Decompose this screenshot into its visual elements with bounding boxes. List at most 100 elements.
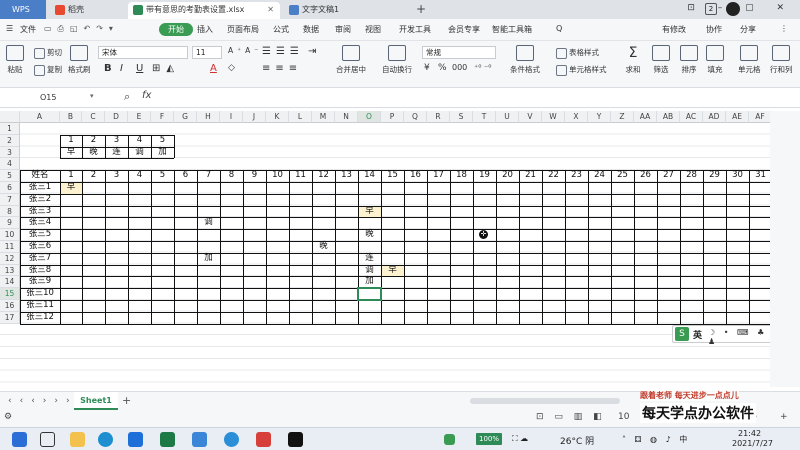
file-explorer-icon[interactable] <box>70 432 85 447</box>
day-header-cell[interactable]: 18 <box>450 170 473 182</box>
column-header[interactable]: AB <box>657 111 680 123</box>
zoom-icon[interactable]: ⌕ <box>124 90 130 104</box>
align-horizontal-icons[interactable]: ≡≡≡ <box>262 63 302 74</box>
row-header[interactable]: 16 <box>0 300 20 312</box>
font-size-select[interactable]: 11 <box>192 46 222 59</box>
day-header-cell[interactable]: 20 <box>496 170 519 182</box>
employee-name-cell[interactable]: 张三1 <box>20 182 60 194</box>
selected-cell[interactable] <box>357 287 382 301</box>
column-header[interactable]: W <box>542 111 565 123</box>
italic-button[interactable]: I <box>120 63 123 74</box>
sum-button[interactable]: Σ 求和 <box>624 45 642 75</box>
table-style-button[interactable]: 表格样式 <box>556 47 599 59</box>
tab-home[interactable]: 开始 <box>159 23 193 36</box>
column-header[interactable]: B <box>60 111 82 123</box>
column-header[interactable]: J <box>243 111 266 123</box>
attendance-mark-cell[interactable]: 调 <box>358 265 381 277</box>
tab-review[interactable]: 审阅 <box>335 24 351 35</box>
legend-label-cell[interactable]: 晚 <box>82 147 105 159</box>
day-header-cell[interactable]: 27 <box>657 170 680 182</box>
day-header-cell[interactable]: 12 <box>312 170 335 182</box>
day-header-cell[interactable]: 31 <box>749 170 770 182</box>
column-header[interactable]: K <box>266 111 289 123</box>
conditional-format-button[interactable]: 条件格式 <box>510 45 540 75</box>
chevron-down-icon[interactable]: ▾ <box>90 92 94 100</box>
column-header[interactable]: H <box>197 111 220 123</box>
hamburger-icon[interactable]: ☰ <box>6 24 13 33</box>
tab-smart-toolbox[interactable]: 智能工具箱 <box>492 24 532 35</box>
column-header[interactable]: P <box>381 111 404 123</box>
copy-button[interactable]: 复制 <box>34 64 62 76</box>
border-fill-icons[interactable]: ⊞◭ <box>152 63 180 74</box>
wps-icon[interactable] <box>256 432 271 447</box>
edge-browser-icon[interactable] <box>98 432 113 447</box>
day-header-cell[interactable]: 13 <box>335 170 358 182</box>
sogou-tray-icon[interactable] <box>444 434 455 445</box>
ie-browser-icon[interactable] <box>224 432 239 447</box>
capcut-icon[interactable] <box>288 432 303 447</box>
day-header-cell[interactable]: 30 <box>726 170 749 182</box>
has-changes-indicator[interactable]: 有修改 <box>662 24 686 35</box>
underline-button[interactable]: U <box>136 63 143 74</box>
row-header[interactable]: 11 <box>0 241 20 253</box>
sheet-tab-sheet1[interactable]: Sheet1 <box>74 392 118 410</box>
column-header[interactable]: S <box>450 111 473 123</box>
tab-member[interactable]: 会员专享 <box>448 24 480 35</box>
system-tray-icons[interactable]: ˄ ⚃ ◍ ♪ 中 <box>622 434 690 445</box>
employee-name-cell[interactable]: 张三7 <box>20 253 60 265</box>
day-header-cell[interactable]: 2 <box>82 170 105 182</box>
day-header-cell[interactable]: 5 <box>151 170 174 182</box>
currency-icon[interactable]: ¥ <box>424 63 430 73</box>
legend-label-cell[interactable]: 早 <box>60 147 82 159</box>
excel-icon[interactable] <box>160 432 175 447</box>
weather[interactable]: 26°C 阴 <box>560 434 594 447</box>
tab-page-layout[interactable]: 页面布局 <box>227 24 259 35</box>
day-header-cell[interactable]: 22 <box>542 170 565 182</box>
tray-icons[interactable]: ⛶ ☁ <box>512 434 528 444</box>
row-header[interactable]: 10 <box>0 229 20 241</box>
row-header[interactable]: 6 <box>0 182 20 194</box>
tab-workbook[interactable]: 带有意思的考勤表设置.xlsx ✕ <box>128 2 280 19</box>
number-format-select[interactable]: 常规 <box>422 46 496 59</box>
column-header[interactable]: O <box>358 111 381 123</box>
row-header[interactable]: 14 <box>0 276 20 289</box>
cell-style-button[interactable]: 单元格样式 <box>556 64 607 76</box>
zoom-in-button[interactable]: + <box>780 412 788 422</box>
attendance-mark-cell[interactable]: 早 <box>381 264 404 277</box>
employee-name-cell[interactable]: 张三10 <box>20 288 60 300</box>
day-header-cell[interactable]: 21 <box>519 170 542 182</box>
column-header[interactable]: I <box>220 111 243 123</box>
wps-home-button[interactable]: WPS <box>0 0 46 19</box>
attendance-mark-cell[interactable]: 早 <box>358 205 381 218</box>
vertical-scrollbar[interactable] <box>770 111 800 387</box>
column-header[interactable]: M <box>312 111 335 123</box>
column-header[interactable]: AA <box>634 111 657 123</box>
legend-label-cell[interactable]: 调 <box>128 147 151 159</box>
collaborate-button[interactable]: 协作 <box>706 24 722 35</box>
horizontal-scrollbar[interactable] <box>470 398 620 404</box>
row-header[interactable]: 3 <box>0 146 20 159</box>
column-header[interactable]: X <box>565 111 588 123</box>
employee-name-cell[interactable]: 张三11 <box>20 300 60 312</box>
row-header[interactable]: 5 <box>0 170 20 182</box>
name-box[interactable]: O15 <box>4 91 100 105</box>
percent-button[interactable]: % <box>438 63 447 73</box>
bold-button[interactable]: B <box>104 63 112 74</box>
paste-button[interactable]: 粘贴 <box>6 45 24 75</box>
tab-docer[interactable]: 稻壳 <box>50 2 126 19</box>
font-color-button[interactable]: A <box>210 63 217 74</box>
column-header[interactable]: V <box>519 111 542 123</box>
legend-number-cell[interactable]: 5 <box>151 135 174 147</box>
column-header[interactable]: G <box>174 111 197 123</box>
row-header[interactable]: 7 <box>0 193 20 206</box>
spreadsheet-grid[interactable]: A B C D E F G H I J K L M N O P Q R S T U V W X Y Z AA AB AC AD AE AF 1… <box>0 111 770 387</box>
day-header-cell[interactable]: 15 <box>381 170 404 182</box>
employee-name-cell[interactable]: 张三5 <box>20 229 60 241</box>
row-header[interactable]: 17 <box>0 311 20 324</box>
employee-name-cell[interactable]: 张三2 <box>20 194 60 206</box>
merge-center-button[interactable]: 合并居中 <box>336 45 366 75</box>
legend-number-cell[interactable]: 1 <box>60 135 82 147</box>
column-header[interactable]: C <box>82 111 105 123</box>
input-method-bar[interactable]: S 英 ☽ • ⌨ ♣ ♟ <box>672 325 776 346</box>
row-header[interactable]: 9 <box>0 217 20 230</box>
